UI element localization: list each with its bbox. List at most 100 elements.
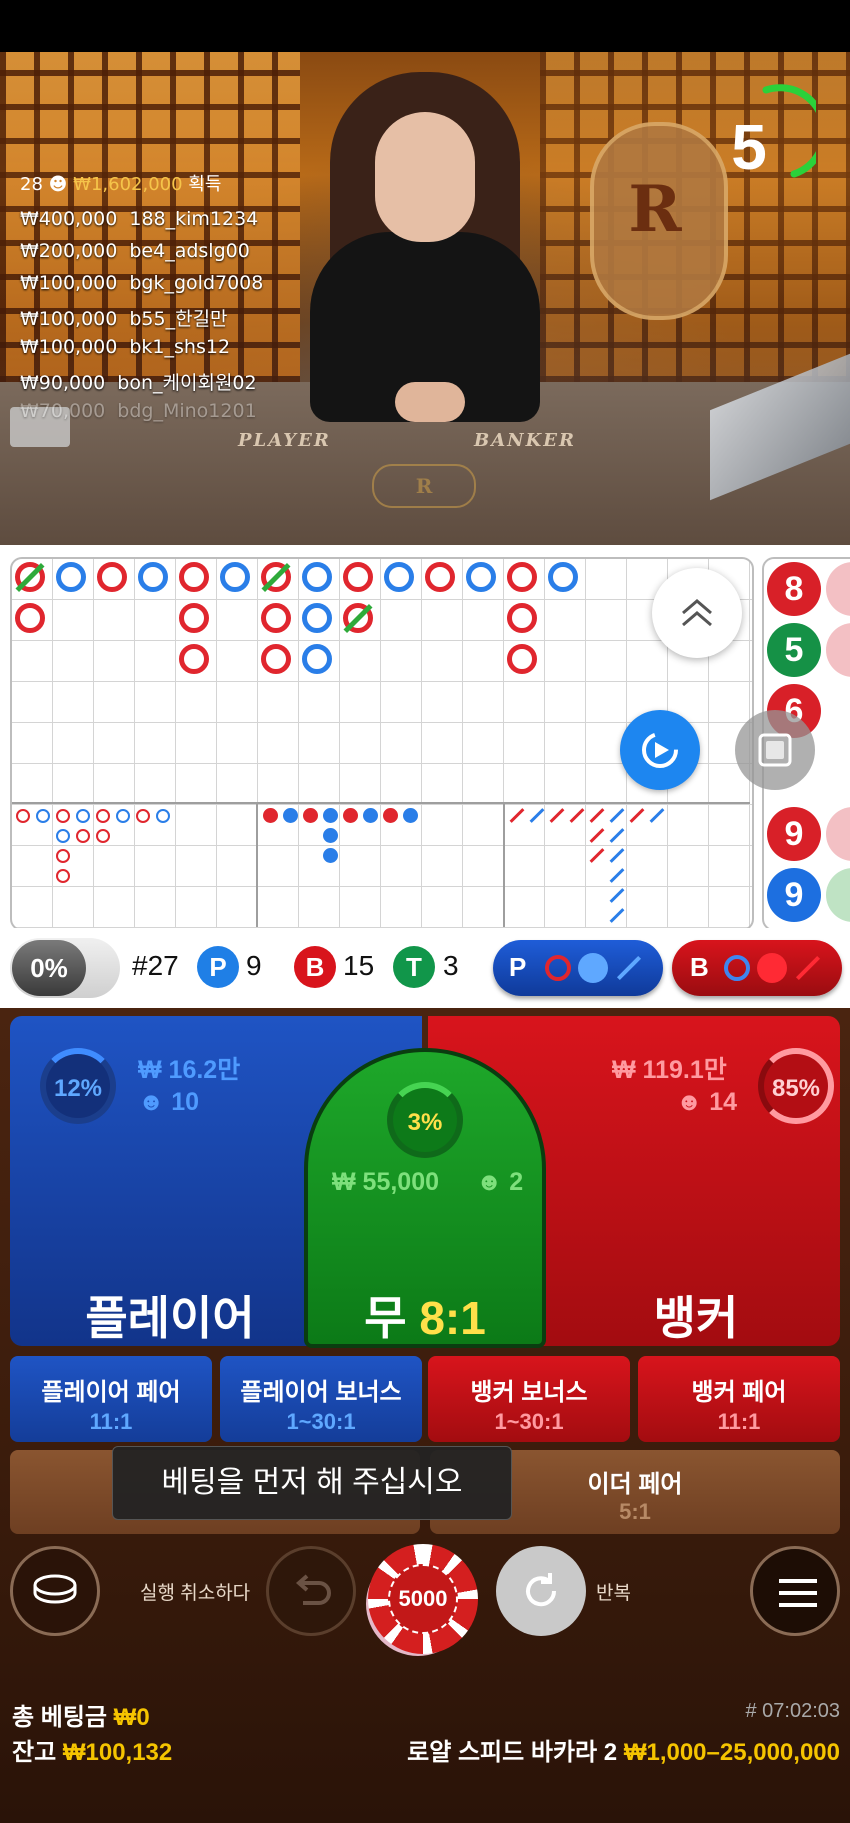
tie-users: ☻ 2 (476, 1168, 524, 1196)
road-dot (403, 808, 418, 823)
road-small (16, 809, 30, 823)
player-users: ☻ 10 (138, 1088, 200, 1116)
road-banker (507, 562, 537, 592)
winners-suffix: 획득 (188, 174, 222, 195)
road-banker (507, 603, 537, 633)
road-dot (343, 808, 358, 823)
road-banker (179, 562, 209, 592)
banker-amount: ₩ 119.1만 (612, 1056, 727, 1084)
bead-banker: 8 (767, 562, 821, 616)
winners-list: 28 ☻ ₩1,602,000 획득 ₩400,000 188_kim1234 ₩… (20, 170, 350, 432)
road-line (609, 888, 625, 903)
road-line (569, 808, 585, 823)
repeat-button[interactable] (496, 1546, 586, 1636)
road-line (609, 848, 625, 863)
road-small (36, 809, 50, 823)
road-dot (283, 808, 298, 823)
road-player (302, 562, 332, 592)
winner-row: ₩90,000 bon_케이회원02 (20, 372, 257, 394)
dealer-face (375, 112, 475, 242)
player-percent: 12% (40, 1048, 116, 1124)
road-banker (179, 603, 209, 633)
tie-percent: 3% (387, 1082, 463, 1158)
banker-title: 뱅커 (653, 1292, 739, 1344)
player-bonus-button[interactable]: 플레이어 보너스 1~30:1 (220, 1356, 422, 1442)
road-line (609, 908, 625, 923)
person-icon: ☻ (138, 1088, 172, 1116)
undo-button[interactable] (266, 1546, 356, 1636)
chat-button[interactable] (10, 1546, 100, 1636)
winner-row: ₩70,000 bdg_Mino1201 (20, 400, 257, 422)
road-banker (425, 562, 455, 592)
percent-value: 0% (12, 940, 86, 996)
countdown-number: 5 (731, 111, 767, 183)
bead-tie: 5 (767, 623, 821, 677)
road-small (56, 809, 70, 823)
banker-users: ☻ 14 (676, 1088, 738, 1116)
bead-banker: 9 (767, 807, 821, 861)
banker-count-icon: B (294, 946, 336, 988)
road-line (629, 808, 645, 823)
road-player (220, 562, 250, 592)
person-icon: ☻ (476, 1168, 510, 1196)
road-line (649, 808, 665, 823)
banker-bonus-button[interactable]: 뱅커 보너스 1~30:1 (428, 1356, 630, 1442)
road-line (609, 808, 625, 823)
balance: 잔고 ₩100,132 (12, 1739, 173, 1766)
road-line (589, 808, 605, 823)
road-banker (507, 644, 537, 674)
road-player (466, 562, 496, 592)
felt-banker-label: BANKER (474, 430, 576, 451)
repeat-icon (526, 1573, 557, 1607)
road-line (529, 808, 545, 823)
road-line (549, 808, 565, 823)
bead-partial (826, 868, 850, 922)
winner-row: ₩100,000 bgk_gold7008 (20, 272, 264, 294)
road-small (56, 849, 70, 863)
player-ask-label: P (509, 952, 527, 982)
road-line (589, 848, 605, 863)
switch-view-button[interactable] (620, 710, 700, 790)
road-player (302, 644, 332, 674)
road-dot (323, 808, 338, 823)
window-icon (758, 733, 792, 767)
road-dot (363, 808, 378, 823)
road-divider (503, 803, 505, 927)
road-banker (261, 603, 291, 633)
picture-in-picture-button[interactable] (735, 710, 815, 790)
road-player (138, 562, 168, 592)
road-banker (343, 562, 373, 592)
chip-value: 5000 (388, 1564, 458, 1634)
road-small (116, 809, 130, 823)
collapse-roadmap-button[interactable] (652, 568, 742, 658)
banker-ask-label: B (690, 952, 709, 982)
winner-row: ₩400,000 188_kim1234 (20, 208, 259, 230)
chevron-up-icon (682, 599, 712, 627)
table-info: 로얄 스피드 바카라 2 ₩1,000–25,000,000 (407, 1739, 840, 1766)
bead-partial (826, 562, 850, 616)
road-line (509, 808, 525, 823)
road-divider (256, 803, 258, 927)
winners-total: ₩1,602,000 (73, 174, 183, 195)
royal-emblem-letter: R (628, 172, 682, 247)
banker-pair-button[interactable]: 뱅커 페어 11:1 (638, 1356, 840, 1442)
round-number: #27 (132, 950, 179, 981)
table-logo: R (372, 464, 476, 508)
tie-amount: ₩ 55,000 (332, 1168, 440, 1196)
road-small (96, 809, 110, 823)
player-pair-button[interactable]: 플레이어 페어 11:1 (10, 1356, 212, 1442)
road-small (76, 809, 90, 823)
menu-button[interactable] (750, 1546, 840, 1636)
road-small (136, 809, 150, 823)
winner-row: ₩100,000 bk1_shs12 (20, 336, 231, 358)
road-player (56, 562, 86, 592)
banker-percent: 85% (758, 1048, 834, 1124)
ask-ring-icon (724, 955, 750, 981)
winner-row: ₩100,000 b55_한길만 (20, 308, 228, 330)
player-amount: ₩ 16.2만 (138, 1056, 241, 1084)
hamburger-icon (779, 1579, 817, 1607)
rotate-play-icon (642, 732, 678, 768)
total-bet: 총 베팅금 ₩0 (12, 1704, 150, 1731)
road-banker (179, 644, 209, 674)
undo-label: 실행 취소하다 (140, 1583, 251, 1604)
